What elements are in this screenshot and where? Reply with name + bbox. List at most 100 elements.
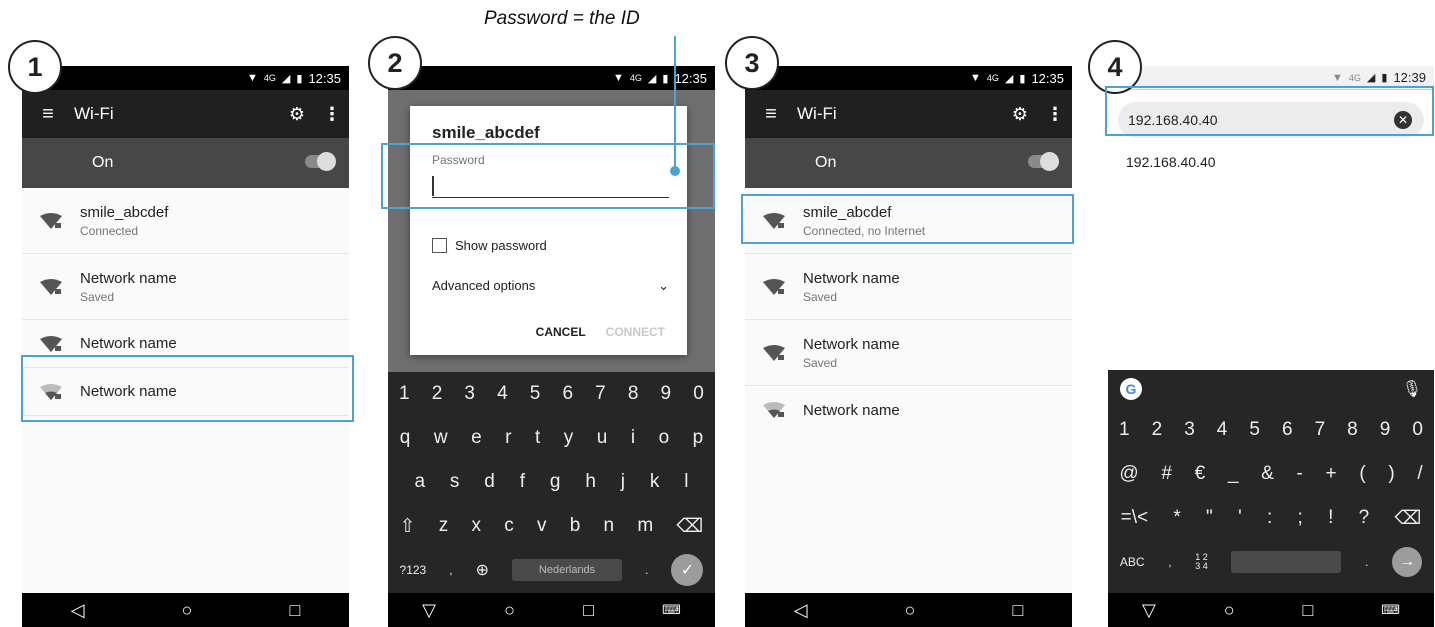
google-g-icon[interactable]: G (1120, 378, 1142, 400)
letter-key[interactable]: u (597, 427, 608, 449)
digit-key[interactable]: 6 (562, 383, 573, 405)
symbol-key[interactable]: & (1261, 463, 1274, 485)
digit-key[interactable]: 3 (464, 383, 475, 405)
network-row[interactable]: Network name Saved (22, 254, 349, 320)
symbol-key[interactable]: - (1297, 463, 1303, 485)
letter-key[interactable]: s (450, 471, 460, 493)
backspace-icon[interactable]: ⌫ (1394, 507, 1421, 530)
wifi-toggle-row[interactable]: On (745, 138, 1072, 188)
letter-key[interactable]: x (472, 515, 482, 537)
backspace-icon[interactable]: ⌫ (676, 515, 703, 538)
home-icon[interactable]: ○ (504, 600, 515, 621)
digit-key[interactable]: 4 (1217, 419, 1228, 441)
checkbox-box[interactable] (432, 238, 447, 253)
symbols-key[interactable]: ?123 (400, 563, 427, 577)
numpad-key[interactable]: 1 23 4 (1195, 553, 1208, 571)
symbol-key[interactable]: / (1417, 463, 1422, 485)
more-options-icon[interactable]: ⋮ (1038, 104, 1072, 125)
enter-check-icon[interactable]: ✓ (671, 554, 704, 586)
space-key[interactable]: Nederlands (512, 559, 623, 581)
symbol-key[interactable]: ( (1359, 463, 1365, 485)
letter-key[interactable]: j (621, 471, 625, 493)
letter-key[interactable]: z (439, 515, 449, 537)
letter-key[interactable]: r (505, 427, 511, 449)
letter-key[interactable]: c (504, 515, 514, 537)
letter-key[interactable]: k (650, 471, 660, 493)
symbol-key[interactable]: € (1195, 463, 1206, 485)
back-icon[interactable]: ◁ (794, 600, 808, 621)
digit-key[interactable]: 6 (1282, 419, 1293, 441)
digit-key[interactable]: 2 (1152, 419, 1163, 441)
digit-key[interactable]: 8 (1347, 419, 1358, 441)
comma-key[interactable]: , (1168, 555, 1171, 569)
symbol-key[interactable]: ; (1298, 507, 1303, 529)
digit-key[interactable]: 2 (432, 383, 443, 405)
connect-button[interactable]: CONNECT (606, 325, 665, 339)
symbol-key[interactable]: # (1161, 463, 1172, 485)
home-icon[interactable]: ○ (905, 600, 916, 621)
letter-key[interactable]: w (434, 427, 448, 449)
letter-key[interactable]: e (471, 427, 482, 449)
abc-key[interactable]: ABC (1120, 555, 1145, 569)
microphone-icon[interactable]: 🎙 (1402, 379, 1422, 399)
digit-key[interactable]: 9 (1380, 419, 1391, 441)
shift-icon[interactable]: ⇧ (400, 515, 416, 538)
settings-gear-icon[interactable]: ⚙ (279, 104, 315, 125)
cancel-button[interactable]: CANCEL (536, 325, 586, 339)
wifi-toggle-row[interactable]: On (22, 138, 349, 188)
back-icon[interactable]: ▽ (1142, 600, 1156, 621)
letter-key[interactable]: o (659, 427, 670, 449)
letter-key[interactable]: n (604, 515, 615, 537)
letter-key[interactable]: m (637, 515, 653, 537)
menu-icon[interactable]: ≡ (745, 103, 797, 126)
network-row[interactable]: Network name Saved (745, 254, 1072, 320)
symbol-key[interactable]: + (1326, 463, 1337, 485)
recents-icon[interactable]: □ (583, 600, 594, 621)
menu-icon[interactable]: ≡ (22, 103, 74, 126)
back-icon[interactable]: ◁ (71, 600, 85, 621)
letter-key[interactable]: p (693, 427, 704, 449)
digit-key[interactable]: 7 (1315, 419, 1326, 441)
letter-key[interactable]: h (585, 471, 596, 493)
letter-key[interactable]: i (631, 427, 635, 449)
letter-key[interactable]: y (564, 427, 574, 449)
settings-gear-icon[interactable]: ⚙ (1002, 104, 1038, 125)
symbol-key[interactable]: ) (1388, 463, 1394, 485)
letter-key[interactable]: d (484, 471, 495, 493)
go-arrow-icon[interactable]: → (1392, 547, 1423, 577)
home-icon[interactable]: ○ (182, 600, 193, 621)
symbol-key[interactable]: " (1206, 507, 1213, 529)
wifi-toggle-switch[interactable] (305, 152, 336, 171)
comma-key[interactable]: , (449, 563, 452, 577)
letter-key[interactable]: f (520, 471, 525, 493)
globe-icon[interactable]: ⊕ (476, 560, 489, 580)
digit-key[interactable]: 0 (1412, 419, 1423, 441)
space-key[interactable] (1231, 551, 1342, 573)
show-password-checkbox[interactable]: Show password (432, 238, 547, 253)
more-options-icon[interactable]: ⋮ (315, 104, 349, 125)
keyboard-switch-icon[interactable]: ⌨ (662, 602, 681, 618)
keyboard-switch-icon[interactable]: ⌨ (1381, 602, 1400, 618)
letter-key[interactable]: b (570, 515, 581, 537)
symbol-key[interactable]: @ (1119, 463, 1138, 485)
digit-key[interactable]: 7 (595, 383, 606, 405)
symbol-key[interactable]: ! (1328, 507, 1333, 529)
symbol-key[interactable]: ' (1238, 507, 1242, 529)
home-icon[interactable]: ○ (1224, 600, 1235, 621)
advanced-options-row[interactable]: Advanced options ⌄ (432, 278, 669, 294)
digit-key[interactable]: 9 (661, 383, 672, 405)
letter-key[interactable]: g (550, 471, 561, 493)
recents-icon[interactable]: □ (1013, 600, 1024, 621)
letter-key[interactable]: a (414, 471, 425, 493)
letter-key[interactable]: l (684, 471, 688, 493)
digit-key[interactable]: 3 (1184, 419, 1195, 441)
recents-icon[interactable]: □ (290, 600, 301, 621)
network-row[interactable]: Network name (745, 386, 1072, 434)
period-key[interactable]: . (645, 563, 648, 577)
network-row[interactable]: smile_abcdef Connected (22, 188, 349, 254)
digit-key[interactable]: 1 (399, 383, 410, 405)
digit-key[interactable]: 4 (497, 383, 508, 405)
symbol-key[interactable]: : (1267, 507, 1272, 529)
letter-key[interactable]: t (535, 427, 540, 449)
digit-key[interactable]: 5 (1249, 419, 1260, 441)
